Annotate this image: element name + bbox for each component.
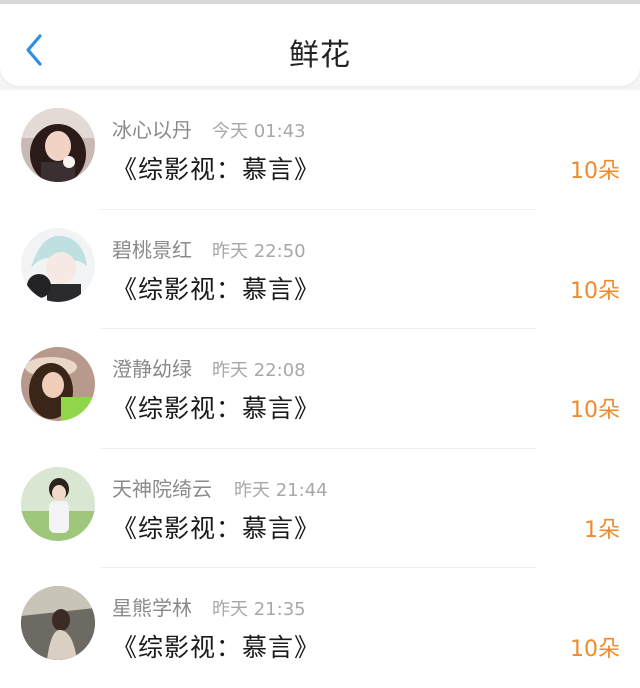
avatar-icon: [21, 227, 95, 302]
header-bar: 鲜花: [0, 4, 640, 86]
flower-count: 1朵: [584, 517, 620, 543]
user-name: 澄静幼绿: [112, 357, 192, 381]
list-item[interactable]: 碧桃景红 昨天 22:50 《综影视：慕言》 10朵: [0, 209, 640, 329]
timestamp: 今天 01:43: [212, 121, 306, 142]
flower-count: 10朵: [570, 159, 620, 184]
avatar-icon: [21, 347, 95, 421]
flower-count: 10朵: [570, 278, 620, 304]
avatar[interactable]: [21, 347, 95, 421]
avatar[interactable]: [21, 227, 95, 302]
timestamp: 昨天 21:44: [234, 479, 328, 501]
list-item[interactable]: 澄静幼绿 昨天 22:08 《综影视：慕言》 10朵: [0, 329, 640, 449]
user-name: 星熊学林: [112, 596, 192, 620]
avatar[interactable]: [21, 108, 95, 182]
avatar-icon: [21, 108, 95, 182]
book-title: 《综影视：慕言》: [112, 155, 321, 184]
list-item[interactable]: 星熊学林 昨天 21:35 《综影视：慕言》 10朵: [0, 568, 640, 688]
flower-count: 10朵: [570, 637, 620, 662]
flower-count: 10朵: [570, 398, 620, 423]
book-title: 《综影视：慕言》: [112, 513, 321, 543]
book-title: 《综影视：慕言》: [112, 274, 321, 304]
user-name: 冰心以丹: [112, 118, 192, 142]
user-name: 碧桃景红: [112, 237, 192, 262]
avatar[interactable]: [21, 586, 95, 660]
user-name: 天神院绮云: [112, 476, 212, 501]
timestamp: 昨天 22:50: [212, 240, 306, 262]
gift-list: 冰心以丹 今天 01:43 《综影视：慕言》 10朵 碧桃景红 昨天 22:50…: [0, 90, 640, 688]
list-item[interactable]: 冰心以丹 今天 01:43 《综影视：慕言》 10朵: [0, 90, 640, 210]
page-title: 鲜花: [289, 38, 351, 73]
list-item[interactable]: 天神院绮云 昨天 21:44 《综影视：慕言》 1朵: [0, 448, 640, 568]
timestamp: 昨天 21:35: [212, 599, 306, 620]
avatar-icon: [21, 586, 95, 660]
book-title: 《综影视：慕言》: [112, 633, 321, 662]
book-title: 《综影视：慕言》: [112, 394, 321, 423]
avatar[interactable]: [21, 466, 95, 541]
avatar-icon: [21, 466, 95, 541]
timestamp: 昨天 22:08: [212, 360, 306, 381]
